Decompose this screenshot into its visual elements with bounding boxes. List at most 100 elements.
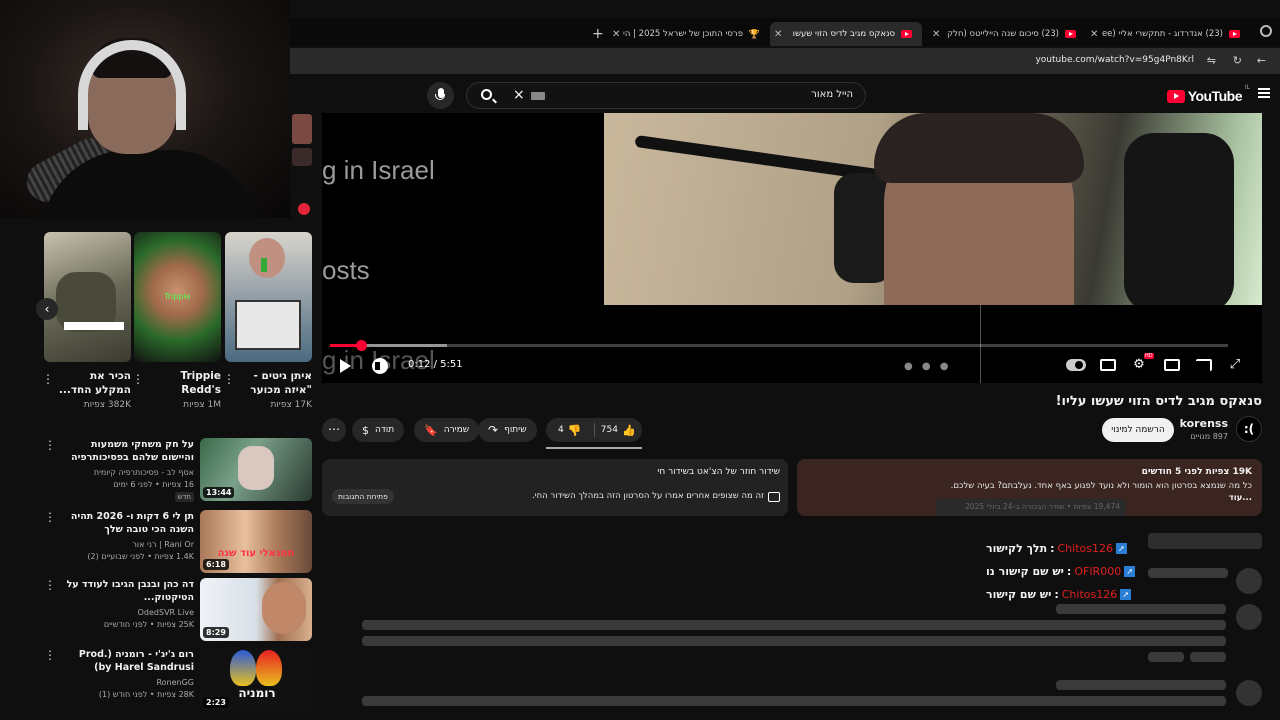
browser-tab[interactable]: (23) סיכום שנה היילייטס (חלק (940, 22, 1086, 46)
video-duration: 13:44 (203, 487, 235, 498)
more-options-icon[interactable]: ⋮ (132, 372, 144, 386)
tab-title: (23) אנדרדוג - תתקשרי אליי (ee (1101, 29, 1223, 39)
browser-menu-icon[interactable] (1260, 25, 1272, 37)
plus-icon: + (592, 26, 604, 42)
like-button[interactable]: 754 👍 (595, 418, 643, 442)
browser-tab-active[interactable]: סנאקס מגיב לדיס הזוי שעשו (770, 22, 922, 46)
thanks-label: תודה (375, 425, 395, 435)
short-thumbnail[interactable]: Trippie (134, 232, 221, 362)
short-title: הכיר את המקלע החד... (58, 370, 131, 396)
skeleton-avatar (1236, 568, 1262, 594)
chevron-left-icon: ‹ (44, 302, 50, 316)
fullscreen-icon[interactable]: ⤢ (1226, 357, 1244, 373)
channel-avatar[interactable]: :( (1236, 416, 1262, 442)
progress-scrubber[interactable] (355, 340, 367, 351)
progress-bar[interactable] (330, 344, 1228, 347)
video-player[interactable]: g in Israel osts g in Israel 0:12 / 5:51… (322, 113, 1262, 383)
cast-icon[interactable] (1196, 359, 1212, 371)
thanks-icon: $ (362, 423, 369, 437)
region-code: IL (1244, 84, 1250, 91)
bookmark-icon: 🔖 (424, 423, 438, 437)
more-actions-button[interactable]: ⋯ (322, 418, 346, 442)
tab-close-button[interactable]: ✕ (1090, 22, 1098, 46)
video-title: סנאקס מגיב לדיס הזוי שעשו עליו! (1055, 394, 1262, 409)
subscribe-button[interactable]: הרשמה למינוי (1102, 418, 1174, 442)
miniplayer-icon[interactable] (1164, 359, 1180, 371)
live-chat-replay-card: שידור חוזר של הצ'אט בשידור חי זה מה שצופ… (322, 459, 788, 516)
skeleton-line (362, 620, 1226, 630)
search-button[interactable] (475, 87, 501, 105)
youtube-logo[interactable]: YouTube IL (1166, 84, 1250, 104)
menu-icon[interactable] (1258, 88, 1270, 98)
share-button[interactable]: שיתוף ↷ (478, 418, 537, 442)
video-thumbnail[interactable]: 13:44 (200, 438, 312, 501)
short-card[interactable]: ⋮ איתן גיטים - "איזה מכוער 17K צפיות (223, 232, 312, 410)
shorts-prev-button[interactable]: ‹ (36, 298, 58, 320)
keyboard-icon[interactable] (531, 92, 545, 100)
arrow-icon: ➚ (1120, 588, 1132, 600)
chat-message: ➚ Chitos126 : תלך לקישור (986, 540, 1127, 556)
subtitles-icon[interactable] (1100, 359, 1116, 371)
url-field[interactable]: youtube.com/watch?v=95g4Pn8Krl (1035, 55, 1194, 65)
browser-tab[interactable]: 🏆 פרסי התוכן של ישראל 2025 | הי (620, 22, 770, 46)
settings-icon[interactable]: ⚙ (1130, 357, 1148, 373)
chat-separator: : (1066, 564, 1072, 578)
site-settings-icon[interactable]: ⇋ (1207, 54, 1216, 67)
more-options-icon[interactable]: ⋮ (44, 510, 56, 524)
subscriber-count: 897 מנויים (1190, 432, 1228, 441)
video-meta: 1.4K צפיות • לפני שבועיים (2) (87, 552, 194, 561)
video-duration: 2:23 (203, 697, 229, 708)
thumbs-down-icon: 👎 (567, 423, 582, 437)
video-thumbnail[interactable]: תמגאלי עוד שנה 6:18 (200, 510, 312, 573)
short-views: 382K צפיות (83, 400, 131, 410)
more-options-icon[interactable]: ⋮ (44, 648, 56, 662)
recommendation-item[interactable]: תמגאלי עוד שנה 6:18 ⋮ תן לי 6 דקות ו- 20… (44, 510, 312, 578)
thanks-button[interactable]: תודה $ (352, 418, 405, 442)
more-icon: ⋯ (328, 422, 340, 436)
autoplay-toggle[interactable] (1066, 359, 1086, 371)
chapter-dots: ● ● ● (904, 361, 952, 372)
sidebar-edge-thumb[interactable] (292, 114, 312, 144)
recommendation-item[interactable]: רומניה 2:23 ⋮ רום ג'יג'י - רומניה (Prod.… (44, 648, 312, 716)
tab-close-button[interactable]: ✕ (932, 22, 940, 46)
short-thumbnail[interactable] (225, 232, 312, 362)
tab-close-button[interactable]: ✕ (774, 22, 782, 46)
search-input[interactable]: הייל מאור × (466, 82, 866, 109)
close-icon: ✕ (932, 28, 941, 40)
recommendation-item[interactable]: 8:29 ⋮ דה כהן ובנבן הגיבו לעודד על הטיקט… (44, 578, 312, 646)
video-meta: 16 צפיות • לפני 6 ימים (113, 480, 194, 489)
reload-icon[interactable]: ↻ (1233, 54, 1242, 67)
play-icon[interactable] (340, 359, 351, 373)
dislike-count: 4 (558, 425, 564, 435)
video-thumbnail[interactable]: רומניה 2:23 (200, 648, 312, 711)
short-card[interactable]: Trippie ⋮ Trippie Redd's Wish... 1M צפיו… (132, 232, 221, 410)
more-options-icon[interactable]: ⋮ (44, 438, 56, 452)
microphone-icon (435, 88, 445, 100)
voice-search-button[interactable] (427, 82, 454, 109)
new-tab-button[interactable]: + (592, 22, 604, 46)
video-duration: 8:29 (203, 627, 229, 638)
chat-text: יש שם קישור (986, 587, 1052, 601)
video-channel: אסף לב - פסיכותרפיה קיומית (93, 468, 194, 477)
sidebar-edge-thumb[interactable] (292, 148, 312, 166)
volume-icon[interactable] (372, 358, 388, 374)
short-thumbnail[interactable] (44, 232, 131, 362)
more-options-icon[interactable]: ⋮ (223, 372, 235, 386)
webcam-headphones (78, 40, 186, 130)
short-views: 17K צפיות (270, 400, 312, 410)
more-options-icon[interactable]: ⋮ (44, 578, 56, 592)
dislike-button[interactable]: 4 👎 (546, 418, 594, 442)
open-comments-button[interactable]: פתיחת התגובות (332, 489, 394, 504)
short-card[interactable]: ⋮ הכיר את המקלע החד... 382K צפיות (42, 232, 131, 410)
channel-name[interactable]: korenss (1180, 417, 1228, 430)
video-thumbnail[interactable]: 8:29 (200, 578, 312, 641)
more-options-icon[interactable]: ⋮ (42, 372, 54, 386)
skeleton-avatar (1236, 604, 1262, 630)
clear-search-icon[interactable]: × (513, 87, 525, 103)
back-icon[interactable]: ← (1257, 54, 1266, 67)
recommendation-item[interactable]: 13:44 ⋮ על חק משחקי משמעות והיישום שלהם … (44, 438, 312, 506)
browser-tab[interactable]: (23) אנדרדוג - תתקשרי אליי (ee (1100, 22, 1250, 46)
tab-close-button[interactable]: ✕ (612, 22, 620, 46)
skeleton-line (1190, 652, 1226, 662)
save-button[interactable]: שמירה 🔖 (414, 418, 480, 442)
